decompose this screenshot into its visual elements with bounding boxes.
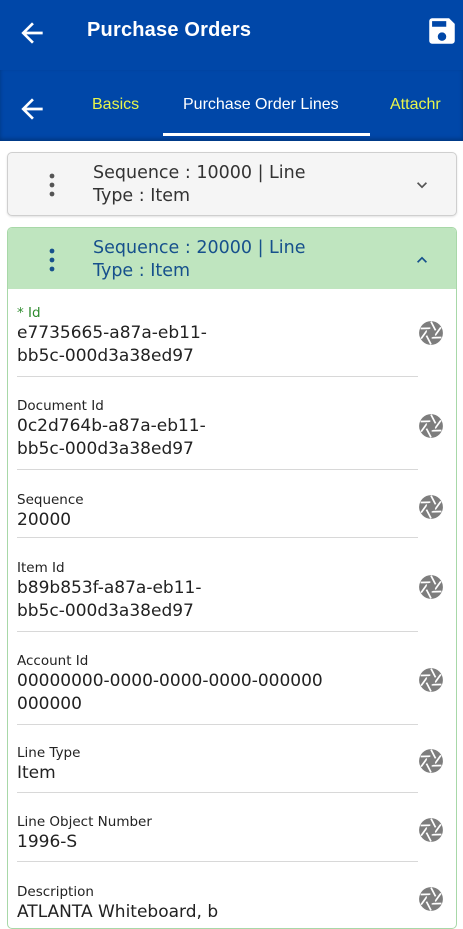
field-value-line1: Item — [17, 763, 56, 783]
camera-aperture-icon[interactable] — [418, 494, 444, 520]
field-value-line2: bb5c-000d3a38ed97 — [17, 439, 194, 459]
field-value: Item — [17, 762, 419, 785]
field-label: Line Object Number — [17, 814, 152, 830]
divider — [17, 631, 418, 632]
field-value: ATLANTA Whiteboard, b — [17, 901, 419, 924]
tab-basics[interactable]: Basics — [92, 96, 139, 114]
page-title: Purchase Orders — [87, 19, 252, 41]
line-card-collapsed[interactable]: Sequence : 10000 | Line Type : Item — [7, 152, 457, 216]
field-label: Line Type — [17, 745, 81, 761]
chevron-up-icon[interactable] — [412, 250, 432, 270]
save-icon[interactable] — [425, 14, 459, 48]
divider — [17, 861, 418, 862]
camera-aperture-icon[interactable] — [418, 748, 444, 774]
divider — [17, 537, 418, 538]
field-value-line1: 1996-S — [17, 832, 78, 852]
tab-back-arrow-icon[interactable] — [16, 93, 48, 125]
field-value: 1996-S — [17, 831, 419, 854]
divider — [17, 376, 418, 377]
tab-bar: Basics Purchase Order Lines Attachr — [0, 70, 463, 141]
field-label: Account Id — [17, 653, 89, 669]
field-value-line1: ATLANTA Whiteboard, b — [17, 902, 219, 922]
field-value: 20000 — [17, 509, 419, 532]
field-value-line2: 000000 — [17, 694, 82, 714]
line-card-summary-line2: Type : Item — [93, 261, 191, 281]
field-value-line1: 20000 — [17, 510, 72, 530]
line-card-summary: Sequence : 20000 | Line Type : Item — [93, 237, 306, 283]
line-card-summary-line1: Sequence : 20000 | Line — [93, 238, 306, 258]
field-id[interactable]: * Id e7735665-a87a-eb11- bb5c-000d3a38ed… — [17, 305, 419, 368]
field-value-line2: bb5c-000d3a38ed97 — [17, 601, 194, 621]
line-card-summary: Sequence : 10000 | Line Type : Item — [93, 162, 306, 208]
camera-aperture-icon[interactable] — [418, 574, 444, 600]
field-value-line1: 00000000-0000-0000-0000-000000 — [17, 671, 323, 691]
line-card-summary-line1: Sequence : 10000 | Line — [93, 163, 306, 183]
app-bar: Purchase Orders — [0, 0, 463, 70]
camera-aperture-icon[interactable] — [418, 667, 444, 693]
camera-aperture-icon[interactable] — [418, 320, 444, 346]
field-label: Item Id — [17, 560, 65, 576]
field-description[interactable]: Description ATLANTA Whiteboard, b — [17, 884, 419, 924]
more-vertical-icon[interactable] — [48, 247, 56, 273]
line-card-expanded: Sequence : 20000 | Line Type : Item * Id… — [7, 227, 457, 929]
back-arrow-icon[interactable] — [16, 17, 48, 49]
field-label: Description — [17, 884, 94, 900]
field-line-object-number[interactable]: Line Object Number 1996-S — [17, 814, 419, 854]
field-line-type[interactable]: Line Type Item — [17, 745, 419, 785]
field-label: Document Id — [17, 398, 104, 414]
chevron-down-icon[interactable] — [412, 175, 432, 195]
field-value: b89b853f-a87a-eb11- bb5c-000d3a38ed97 — [17, 577, 419, 623]
line-card-header[interactable]: Sequence : 20000 | Line Type : Item — [8, 228, 456, 289]
tab-purchase-order-lines[interactable]: Purchase Order Lines — [183, 96, 339, 114]
divider — [17, 792, 418, 793]
camera-aperture-icon[interactable] — [418, 817, 444, 843]
field-item-id[interactable]: Item Id b89b853f-a87a-eb11- bb5c-000d3a3… — [17, 560, 419, 623]
field-label: Sequence — [17, 492, 84, 508]
field-sequence[interactable]: Sequence 20000 — [17, 492, 419, 532]
field-document-id[interactable]: Document Id 0c2d764b-a87a-eb11- bb5c-000… — [17, 398, 419, 461]
field-value: e7735665-a87a-eb11- bb5c-000d3a38ed97 — [17, 322, 419, 368]
tab-attachments[interactable]: Attachr — [390, 96, 441, 114]
camera-aperture-icon[interactable] — [418, 886, 444, 912]
divider — [17, 724, 418, 725]
active-tab-indicator — [163, 133, 370, 136]
field-value: 0c2d764b-a87a-eb11- bb5c-000d3a38ed97 — [17, 415, 419, 461]
more-vertical-icon[interactable] — [48, 172, 56, 198]
field-value: 00000000-0000-0000-0000-000000 000000 — [17, 670, 419, 716]
field-label: * Id — [17, 305, 41, 321]
field-account-id[interactable]: Account Id 00000000-0000-0000-0000-00000… — [17, 653, 419, 716]
field-value-line1: b89b853f-a87a-eb11- — [17, 578, 202, 598]
field-value-line1: 0c2d764b-a87a-eb11- — [17, 416, 206, 436]
camera-aperture-icon[interactable] — [418, 413, 444, 439]
field-value-line1: e7735665-a87a-eb11- — [17, 323, 207, 343]
divider — [17, 469, 418, 470]
field-value-line2: bb5c-000d3a38ed97 — [17, 346, 194, 366]
line-card-summary-line2: Type : Item — [93, 186, 191, 206]
